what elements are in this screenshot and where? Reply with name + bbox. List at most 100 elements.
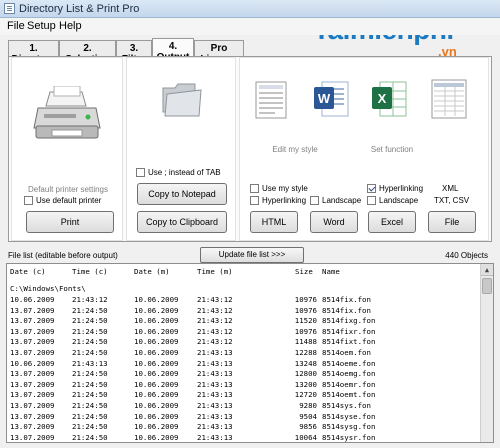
excel-button[interactable]: Excel (368, 211, 416, 233)
table-row: 13.07.2009 21:24:50 10.06.2009 21:43:13 1272… (10, 390, 480, 401)
hyperlinking-checkbox-2[interactable]: Hyperlinking (367, 184, 423, 193)
hyperlinking-checkbox-1[interactable]: Hyperlinking (250, 196, 306, 205)
html-button[interactable]: HTML (250, 211, 298, 233)
cell-date-modified: 10.06.2009 (134, 347, 179, 357)
cell-file-name: 8514oemr.fon (322, 379, 376, 389)
cell-date-created: 13.07.2009 (10, 390, 55, 400)
use-default-printer-label: Use default printer (36, 196, 102, 205)
app-icon (4, 3, 15, 14)
table-row: 13.07.2009 21:24:50 10.06.2009 21:43:13 1320… (10, 380, 480, 391)
cell-size: 10064 (294, 432, 317, 442)
menu-bar: File Setup Help (0, 18, 500, 35)
checkbox-box[interactable] (250, 196, 259, 205)
table-row: 13.07.2009 21:24:50 10.06.2009 21:43:12 1148… (10, 337, 480, 348)
checkbox-box-checked[interactable] (367, 184, 376, 193)
tab-filter[interactable]: 3. Filter (116, 40, 152, 65)
txt-csv-label: TXT, CSV (434, 196, 470, 205)
use-my-style-checkbox[interactable]: Use my style (250, 184, 308, 193)
cell-size: 12288 (294, 347, 317, 357)
update-file-list-button[interactable]: Update file list >>> (200, 247, 304, 263)
header-time-modified: Time (m) (197, 267, 233, 276)
cell-date-created: 13.07.2009 (10, 326, 55, 336)
cell-date-created: 13.07.2009 (10, 347, 55, 357)
cell-time-modified: 21:43:13 (197, 432, 233, 442)
copy-to-clipboard-button[interactable]: Copy to Clipboard (137, 211, 227, 233)
cell-file-name: 8514syse.fon (322, 411, 376, 421)
menu-file[interactable]: File (7, 20, 25, 32)
cell-time-created: 21:24:50 (72, 390, 108, 400)
scroll-thumb[interactable] (482, 278, 492, 294)
cell-time-modified: 21:43:13 (197, 390, 233, 400)
printer-settings-caption: Default printer settings (27, 185, 109, 194)
cell-time-modified: 21:43:12 (197, 337, 233, 347)
cell-size: 10976 (294, 305, 317, 315)
cell-size: 11520 (294, 316, 317, 326)
table-row: 13.07.2009 21:24:50 10.06.2009 21:43:12 1097… (10, 327, 480, 338)
cell-size: 11488 (294, 337, 317, 347)
set-function-caption[interactable]: Set function (356, 145, 428, 154)
cell-size: 12720 (294, 390, 317, 400)
landscape-checkbox-2[interactable]: Landscape (367, 196, 418, 205)
cell-time-modified: 21:43:13 (197, 347, 233, 357)
table-row: 13.07.2009 21:24:50 10.06.2009 21:43:13 1280… (10, 369, 480, 380)
print-button[interactable]: Print (26, 211, 114, 233)
menu-help[interactable]: Help (59, 20, 82, 32)
cell-date-modified: 10.06.2009 (134, 400, 179, 410)
tab-selection[interactable]: 2. Selection (59, 40, 116, 65)
cell-time-modified: 21:43:13 (197, 358, 233, 368)
menu-setup[interactable]: Setup (27, 20, 56, 32)
checkbox-box[interactable] (310, 196, 319, 205)
cell-time-created: 21:24:50 (72, 316, 108, 326)
file-list-textbox[interactable]: Date (c) Time (c) Date (m) Time (m) Size… (6, 263, 494, 443)
checkbox-box[interactable] (24, 196, 33, 205)
header-date-created: Date (c) (10, 267, 46, 276)
cell-date-created: 10.06.2009 (10, 358, 55, 368)
tab-pro-licence[interactable]: Pro Licence (194, 40, 244, 65)
cell-size: 13200 (294, 379, 317, 389)
file-list-rows: 10.06.2009 21:43:12 10.06.2009 21:43:12 1097… (10, 295, 480, 442)
header-name: Name (322, 267, 340, 276)
scroll-up-arrow-icon[interactable]: ▲ (481, 264, 493, 276)
checkbox-box[interactable] (250, 184, 259, 193)
cell-time-modified: 21:43:12 (197, 316, 233, 326)
table-row: 10.06.2009 21:43:12 10.06.2009 21:43:12 1097… (10, 295, 480, 306)
cell-date-modified: 10.06.2009 (134, 411, 179, 421)
cell-time-created: 21:24:50 (72, 432, 108, 442)
header-time-created: Time (c) (72, 267, 108, 276)
landscape-label-2: Landscape (379, 196, 419, 205)
cell-time-modified: 21:43:13 (197, 379, 233, 389)
cell-file-name: 8514sysr.fon (322, 432, 376, 442)
cell-date-modified: 10.06.2009 (134, 390, 179, 400)
vertical-scrollbar[interactable]: ▲ (480, 264, 493, 442)
cell-file-name: 8514oemt.fon (322, 390, 376, 400)
semicolon-instead-of-tab-checkbox[interactable]: Use ; instead of TAB (136, 168, 221, 177)
cell-date-modified: 10.06.2009 (134, 422, 179, 432)
cell-file-name: 8514fix.fon (322, 305, 371, 315)
svg-text:X: X (378, 91, 387, 106)
cell-size: 9856 (299, 422, 317, 432)
table-row: 13.07.2009 21:24:50 10.06.2009 21:43:13 9856… (10, 422, 480, 433)
tab-directory[interactable]: 1. Directory (8, 40, 59, 65)
cell-time-created: 21:24:50 (72, 379, 108, 389)
file-table-icon (430, 78, 468, 120)
checkbox-box[interactable] (136, 168, 145, 177)
table-row: 13.07.2009 21:24:50 10.06.2009 21:43:13 9280… (10, 401, 480, 412)
cell-file-name: 8514oeme.fon (322, 358, 376, 368)
cell-date-modified: 10.06.2009 (134, 316, 179, 326)
cell-time-created: 21:43:12 (72, 295, 108, 304)
file-button[interactable]: File (428, 211, 476, 233)
checkbox-box[interactable] (367, 196, 376, 205)
cell-date-modified: 10.06.2009 (134, 379, 179, 389)
cell-size: 12800 (294, 369, 317, 379)
cell-time-created: 21:24:50 (72, 369, 108, 379)
cell-time-created: 21:24:50 (72, 326, 108, 336)
cell-size: 10976 (294, 295, 317, 304)
use-default-printer-checkbox[interactable]: Use default printer (24, 196, 101, 205)
table-row: 13.07.2009 21:24:50 10.06.2009 21:43:12 1152… (10, 316, 480, 327)
copy-to-notepad-button[interactable]: Copy to Notepad (137, 183, 227, 205)
edit-my-style-caption[interactable]: Edit my style (240, 145, 350, 154)
tab-output[interactable]: 4. Output (152, 38, 194, 63)
word-button[interactable]: Word (310, 211, 358, 233)
cell-size: 13248 (294, 358, 317, 368)
landscape-checkbox-1[interactable]: Landscape (310, 196, 361, 205)
